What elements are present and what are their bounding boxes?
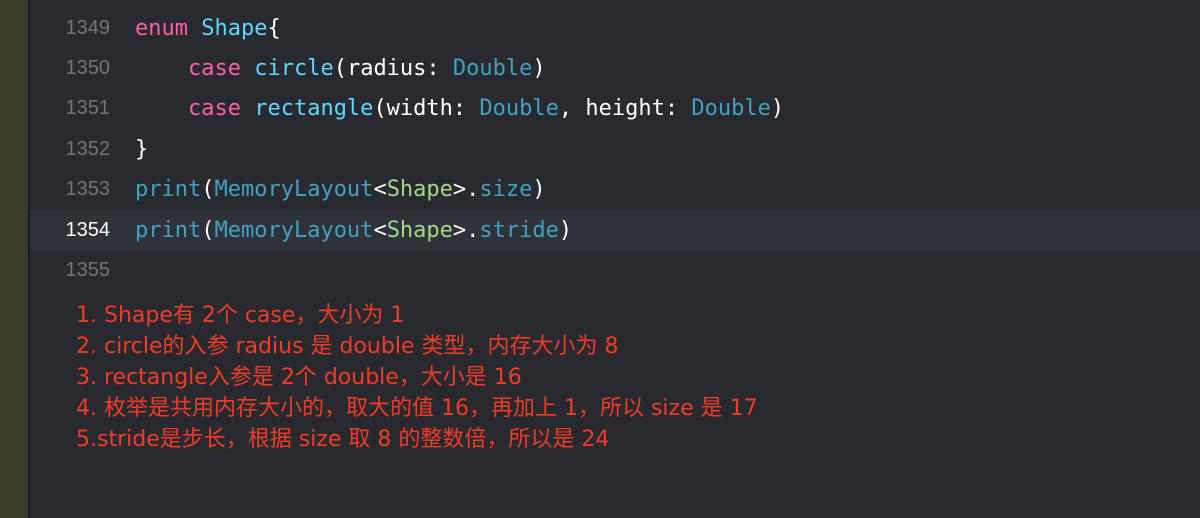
keyword-token: case [187, 96, 241, 122]
case-name-token: rectangle [254, 96, 374, 122]
punctuation-token: ( [201, 177, 215, 203]
code-text: print(MemoryLayout<Shape>.size) [135, 177, 546, 202]
user-type-token: Shape [386, 217, 453, 243]
code-text: case rectangle(width: Double, height: Do… [135, 96, 784, 121]
code-line-1350[interactable]: 1350 case circle(radius: Double) [30, 48, 1200, 88]
keyword-token: enum [135, 15, 188, 41]
code-line-1352[interactable]: 1352 } [30, 129, 1200, 169]
annotation-notes: 1. Shape有 2个 case，大小为 1 2. circle的入参 rad… [76, 300, 758, 455]
indent-token [135, 56, 188, 81]
code-line-1353[interactable]: 1353 print(MemoryLayout<Shape>.size) [30, 170, 1200, 210]
code-editor[interactable]: 1349 enum Shape{ 1350 case circle(radius… [30, 8, 1200, 291]
annotation-line: 4. 枚举是共用内存大小的，取大的值 16，再加上 1，所以 size 是 17 [76, 396, 758, 421]
type-name-token: Double [479, 96, 559, 122]
punctuation-token: } [135, 136, 149, 162]
parameter-token: (radius: [333, 56, 453, 82]
type-name-token: Shape [201, 15, 268, 41]
annotation-line: 5.stride是步长，根据 size 取 8 的整数倍，所以是 24 [76, 427, 610, 452]
case-name-token: circle [254, 56, 334, 82]
punctuation-token: ) [532, 177, 546, 203]
code-text: } [135, 137, 148, 162]
punctuation-token: ) [558, 217, 573, 243]
property-token: size [479, 177, 533, 203]
line-number[interactable]: 1353 [30, 178, 135, 201]
xcode-editor-window: 1349 enum Shape{ 1350 case circle(radius… [0, 0, 1200, 518]
line-number[interactable]: 1354 [30, 219, 135, 242]
line-number[interactable]: 1349 [30, 17, 135, 40]
keyword-token: case [187, 56, 241, 82]
type-name-token: Double [452, 56, 533, 82]
annotation-line: 3. rectangle入参是 2个 double，大小是 16 [76, 365, 522, 390]
property-token: stride [479, 217, 559, 243]
navigator-edge [0, 0, 28, 518]
code-text: print(MemoryLayout<Shape>.stride) [135, 218, 572, 243]
annotation-line: 1. Shape有 2个 case，大小为 1 [76, 303, 405, 328]
punctuation-token: ) [532, 56, 546, 82]
punctuation-token: >. [452, 177, 480, 203]
type-name-token: Double [691, 96, 771, 122]
function-call-token: print [135, 177, 202, 203]
type-name-token: MemoryLayout [214, 177, 374, 203]
type-name-token: MemoryLayout [214, 217, 374, 243]
function-call-token: print [135, 217, 202, 243]
code-text: enum Shape{ [135, 16, 281, 41]
code-text: case circle(radius: Double) [135, 56, 546, 81]
code-line-1354[interactable]: 1354 print(MemoryLayout<Shape>.stride) [30, 209, 1200, 251]
line-number[interactable]: 1355 [30, 259, 135, 282]
code-line-1355[interactable]: 1355 [30, 250, 1200, 290]
punctuation-token: ) [770, 96, 785, 122]
punctuation-token: < [373, 177, 387, 203]
indent-token [135, 96, 188, 121]
parameter-token: , height: [558, 96, 692, 122]
code-line-1351[interactable]: 1351 case rectangle(width: Double, heigh… [30, 89, 1200, 129]
line-number[interactable]: 1352 [30, 138, 135, 161]
annotation-line: 2. circle的入参 radius 是 double 类型，内存大小为 8 [76, 334, 619, 359]
line-number[interactable]: 1351 [30, 97, 135, 120]
punctuation-token: { [267, 15, 281, 41]
punctuation-token: ( [201, 217, 215, 243]
parameter-token: (width: [373, 96, 480, 122]
punctuation-token: < [373, 217, 387, 243]
punctuation-token: >. [452, 217, 480, 243]
code-line-1349[interactable]: 1349 enum Shape{ [30, 8, 1200, 48]
line-number[interactable]: 1350 [30, 57, 135, 80]
user-type-token: Shape [386, 177, 453, 203]
